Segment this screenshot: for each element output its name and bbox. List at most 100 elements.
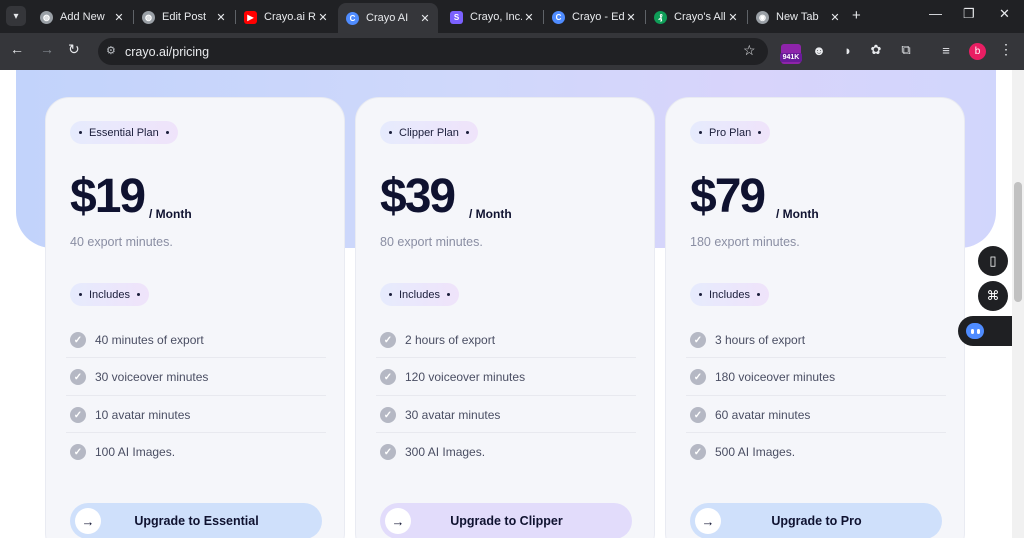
plan-card-clipper: Clipper Plan $39 / Month 80 export minut… — [355, 97, 655, 538]
upgrade-clipper-button[interactable]: → Upgrade to Clipper — [380, 503, 632, 538]
plan-name-pill: Essential Plan — [70, 121, 178, 144]
feature-item: ✓ 40 minutes of export — [70, 330, 204, 350]
feature-item: ✓ 500 AI Images. — [690, 442, 795, 462]
tab-crayo-ed[interactable]: C Crayo - Ed ✕ — [544, 4, 644, 30]
site-info-icon[interactable]: ⚙ — [106, 44, 116, 57]
feature-item: ✓ 300 AI Images. — [380, 442, 485, 462]
scrollbar-thumb[interactable] — [1014, 182, 1022, 302]
close-icon[interactable]: ✕ — [418, 12, 432, 25]
reading-list-icon[interactable]: ≡ — [936, 40, 956, 60]
address-bar[interactable]: ⚙ crayo.ai/pricing ☆ — [98, 38, 768, 65]
reload-icon[interactable]: ↻ — [68, 41, 80, 58]
feature-item: ✓ 30 voiceover minutes — [70, 367, 208, 387]
globe-icon: ◍ — [40, 10, 53, 24]
plan-name: Essential Plan — [89, 126, 159, 139]
plan-export-minutes: 80 export minutes. — [380, 235, 483, 249]
tab-title: Add New — [60, 11, 105, 23]
tab-add-new[interactable]: ◍ Add New ✕ — [32, 4, 132, 30]
restore-icon[interactable]: ❐ — [963, 6, 975, 22]
extension-icon[interactable]: ✿ — [866, 40, 886, 60]
tab-crayo-ai-active[interactable]: C Crayo AI ✕ — [338, 3, 438, 33]
minimize-icon[interactable]: — — [929, 6, 942, 21]
check-icon: ✓ — [690, 444, 706, 460]
tab-title: Crayo's All — [674, 11, 726, 23]
includes-label: Includes — [709, 288, 750, 301]
includes-pill: Includes — [70, 283, 149, 306]
plan-price: $39 — [380, 170, 456, 223]
tab-youtube[interactable]: ▶ Crayo.ai R ✕ — [236, 4, 336, 30]
close-icon[interactable]: ✕ — [624, 11, 638, 24]
upgrade-pro-button[interactable]: → Upgrade to Pro — [690, 503, 942, 538]
tab-new-tab[interactable]: ◉ New Tab ✕ — [748, 4, 848, 30]
includes-pill: Includes — [380, 283, 459, 306]
plan-card-pro: Pro Plan $79 / Month 180 export minutes.… — [665, 97, 965, 538]
plan-price: $19 — [70, 170, 146, 223]
feature-item: ✓ 2 hours of export — [380, 330, 495, 350]
includes-pill: Includes — [690, 283, 769, 306]
menu-icon[interactable]: ⋮ — [999, 41, 1013, 58]
extension-icon[interactable]: ◗ — [838, 40, 858, 60]
upgrade-essential-button[interactable]: → Upgrade to Essential — [70, 503, 322, 538]
leaf-icon: ₰ — [654, 10, 667, 24]
close-icon[interactable]: ✕ — [522, 11, 536, 24]
window-close-icon[interactable]: ✕ — [999, 6, 1010, 22]
tab-title: Crayo AI — [366, 12, 409, 24]
crayo-extension-icon[interactable]: ☻ — [809, 40, 829, 60]
arrow-right-icon: → — [695, 508, 721, 534]
check-icon: ✓ — [690, 332, 706, 348]
command-icon[interactable]: ⌘ — [978, 281, 1008, 311]
includes-label: Includes — [89, 288, 130, 301]
puzzle-icon[interactable]: ⧉ — [896, 40, 916, 60]
plan-export-minutes: 40 export minutes. — [70, 235, 173, 249]
check-icon: ✓ — [380, 332, 396, 348]
tab-search-button[interactable]: ▾ — [6, 6, 26, 26]
tab-strip: ▾ ◍ Add New ✕ ◍ Edit Post ✕ ▶ Crayo.ai R… — [0, 0, 1024, 33]
close-icon[interactable]: ✕ — [214, 11, 228, 24]
close-icon[interactable]: ✕ — [112, 11, 126, 24]
bot-face-icon — [966, 323, 984, 339]
check-icon: ✓ — [70, 332, 86, 348]
arrow-right-icon: → — [75, 508, 101, 534]
close-icon[interactable]: ✕ — [726, 11, 740, 24]
tab-edit-post[interactable]: ◍ Edit Post ✕ — [134, 4, 234, 30]
check-icon: ✓ — [380, 444, 396, 460]
plan-period: / Month — [776, 207, 819, 221]
globe-icon: ◍ — [142, 10, 155, 24]
plan-period: / Month — [469, 207, 512, 221]
pricing-page: Essential Plan $19 / Month 40 export min… — [0, 70, 1012, 538]
avatar[interactable]: b — [969, 43, 986, 60]
feature-item: ✓ 30 avatar minutes — [380, 405, 500, 425]
book-icon[interactable]: ▯ — [978, 246, 1008, 276]
url-text[interactable]: crayo.ai/pricing — [125, 45, 209, 59]
feature-item: ✓ 60 avatar minutes — [690, 405, 810, 425]
forward-icon[interactable]: → — [40, 41, 54, 57]
check-icon: ✓ — [70, 369, 86, 385]
close-icon[interactable]: ✕ — [316, 11, 330, 24]
plan-card-essential: Essential Plan $19 / Month 40 export min… — [45, 97, 345, 538]
chrome-icon: ◉ — [756, 10, 769, 24]
tab-title: Crayo, Inc. — [470, 11, 522, 23]
new-tab-icon[interactable]: + — [852, 7, 861, 24]
chat-widget-button[interactable] — [958, 316, 1012, 346]
youtube-icon: ▶ — [244, 10, 257, 24]
tab-title: Crayo.ai R — [264, 11, 316, 23]
scrollbar[interactable] — [1012, 70, 1024, 538]
plan-period: / Month — [149, 207, 192, 221]
back-icon[interactable]: ← — [10, 41, 24, 57]
tab-crayos-all[interactable]: ₰ Crayo's All ✕ — [646, 4, 746, 30]
plan-price: $79 — [690, 170, 766, 223]
check-icon: ✓ — [70, 407, 86, 423]
plan-name-pill: Clipper Plan — [380, 121, 478, 144]
feature-item: ✓ 3 hours of export — [690, 330, 805, 350]
tab-title: New Tab — [776, 11, 819, 23]
check-icon: ✓ — [690, 369, 706, 385]
bookmark-star-icon[interactable]: ☆ — [743, 42, 756, 59]
close-icon[interactable]: ✕ — [828, 11, 842, 24]
crayo-logo-icon: C — [552, 10, 565, 24]
extension-badge: 941K — [780, 53, 802, 62]
plan-name-pill: Pro Plan — [690, 121, 771, 144]
plan-name: Clipper Plan — [399, 126, 459, 139]
tab-crayo-inc[interactable]: S Crayo, Inc. ✕ — [442, 4, 542, 30]
stripe-icon: S — [450, 10, 463, 24]
check-icon: ✓ — [690, 407, 706, 423]
